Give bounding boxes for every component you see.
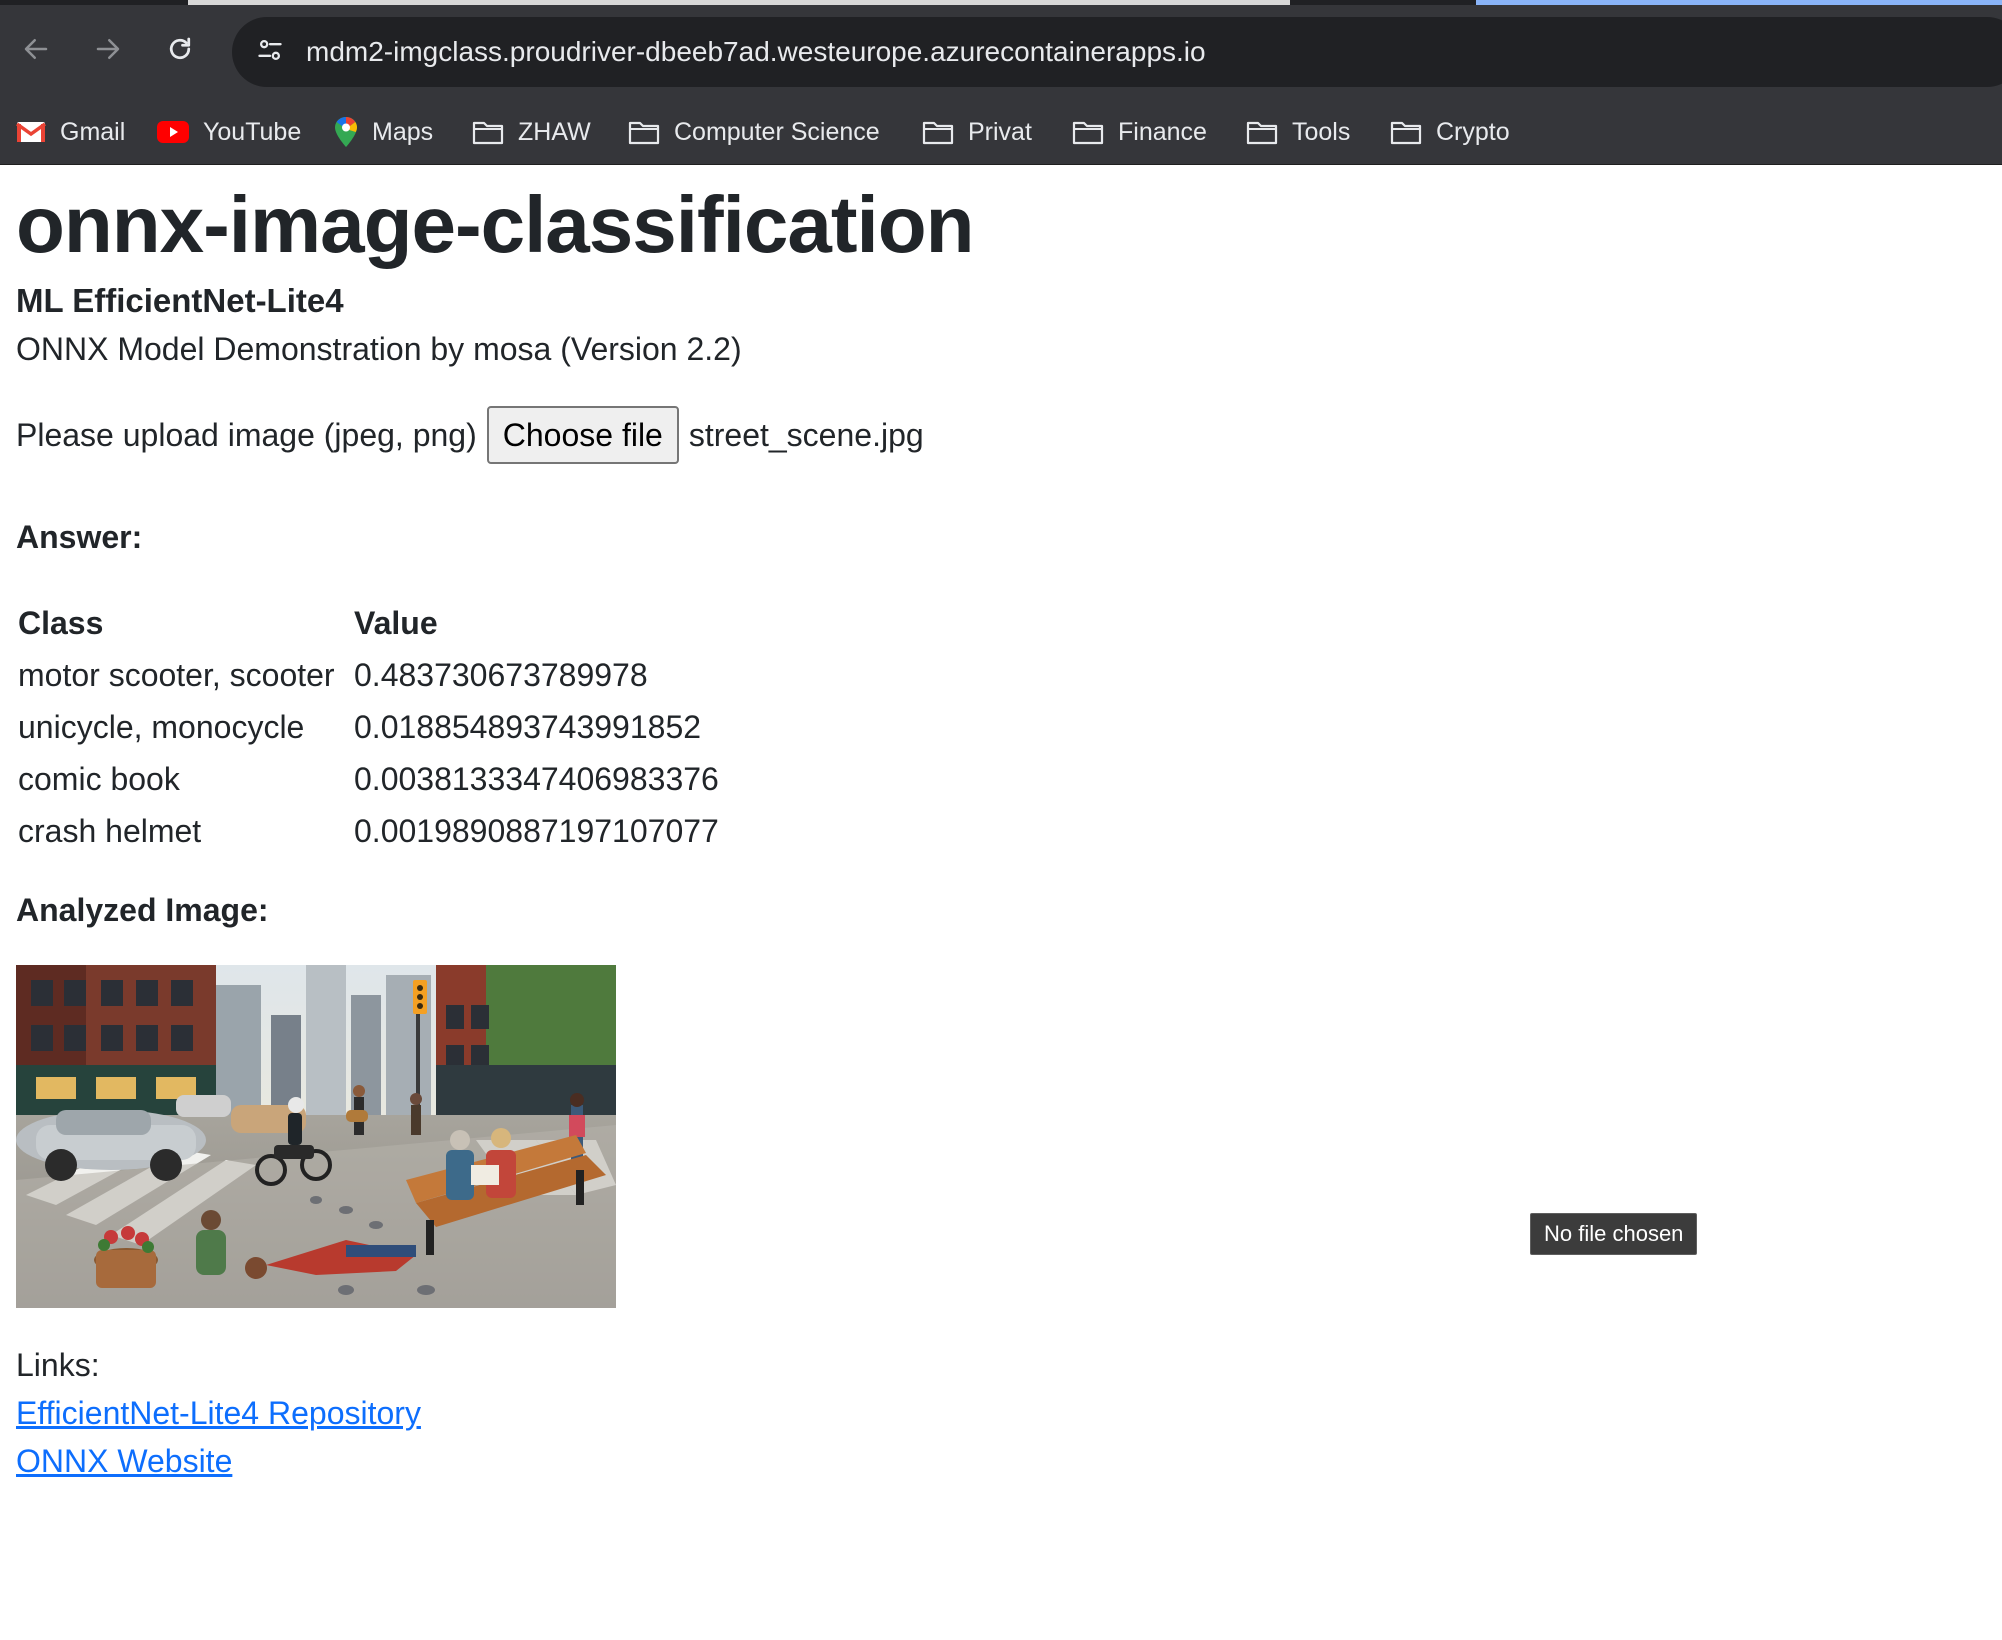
forward-arrow-icon: [93, 34, 123, 64]
bookmark-label: Maps: [372, 117, 434, 146]
tune-icon: [256, 36, 284, 69]
toolbar: mdm2-imgclass.proudriver-dbeeb7ad.westeu…: [0, 5, 2002, 100]
bookmarks-bar: Gmail YouTube Maps ZHAW Computer Science…: [0, 100, 2002, 165]
address-bar[interactable]: mdm2-imgclass.proudriver-dbeeb7ad.westeu…: [232, 17, 2002, 87]
bookmark-label: Gmail: [60, 117, 126, 146]
forward-button[interactable]: [84, 25, 132, 73]
bookmark-label: ZHAW: [518, 117, 591, 146]
model-description: ONNX Model Demonstration by mosa (Versio…: [16, 331, 742, 367]
selected-file-name: street_scene.jpg: [688, 416, 924, 453]
bookmark-label: Tools: [1292, 117, 1351, 146]
value-cell: 0.0038133347406983376: [354, 760, 719, 797]
analyzed-image: [16, 965, 616, 1308]
model-name: ML EfficientNet-Lite4: [16, 282, 344, 319]
site-info-button[interactable]: [250, 32, 290, 72]
analyzed-image-heading: Analyzed Image:: [16, 892, 269, 928]
class-cell: crash helmet: [18, 812, 202, 849]
table-row: crash helmet 0.0019890887197107077: [16, 805, 723, 857]
bookmark-label: Privat: [968, 117, 1032, 146]
table-row: comic book 0.0038133347406983376: [16, 753, 723, 805]
table-row: unicycle, monocycle 0.018854893743991852: [16, 701, 723, 753]
gmail-icon: [16, 120, 46, 144]
bookmark-label: Crypto: [1436, 117, 1510, 146]
class-cell: comic book: [18, 760, 180, 797]
folder-icon: [1072, 119, 1104, 145]
value-cell: 0.483730673789978: [354, 656, 648, 693]
bookmark-maps[interactable]: Maps: [334, 112, 433, 152]
folder-icon: [1390, 119, 1422, 145]
class-cell: unicycle, monocycle: [18, 708, 305, 745]
street-scene-illustration: [16, 965, 616, 1308]
maps-pin-icon: [334, 116, 358, 148]
reload-button[interactable]: [156, 25, 204, 73]
folder-icon: [922, 119, 954, 145]
browser-chrome: mdm2-imgclass.proudriver-dbeeb7ad.westeu…: [0, 0, 2002, 165]
back-arrow-icon: [21, 34, 51, 64]
class-cell: motor scooter, scooter: [18, 656, 335, 693]
choose-file-button[interactable]: Choose file: [486, 406, 679, 464]
bookmark-gmail[interactable]: Gmail: [16, 112, 125, 152]
bookmark-youtube[interactable]: YouTube: [157, 112, 301, 152]
answer-heading: Answer:: [16, 519, 143, 555]
bookmark-privat[interactable]: Privat: [922, 112, 1032, 152]
results-table: Class Value motor scooter, scooter 0.483…: [16, 597, 723, 857]
bookmark-label: Finance: [1118, 117, 1207, 146]
upload-label: Please upload image (jpeg, png): [16, 416, 477, 453]
back-button[interactable]: [12, 25, 60, 73]
reload-icon: [165, 34, 195, 64]
youtube-icon: [157, 120, 189, 144]
upload-row: Please upload image (jpeg, png) Choose f…: [16, 405, 924, 465]
onnx-website-link[interactable]: ONNX Website: [16, 1441, 232, 1481]
folder-icon: [472, 119, 504, 145]
bookmark-computer-science[interactable]: Computer Science: [628, 112, 880, 152]
url-text[interactable]: mdm2-imgclass.proudriver-dbeeb7ad.westeu…: [306, 34, 1206, 70]
column-header-class: Class: [18, 604, 104, 641]
page-content: onnx-image-classification ML EfficientNe…: [0, 165, 2002, 1640]
bookmark-finance[interactable]: Finance: [1072, 112, 1207, 152]
bookmark-tools[interactable]: Tools: [1246, 112, 1350, 152]
folder-icon: [1246, 119, 1278, 145]
efficientnet-repository-link[interactable]: EfficientNet-Lite4 Repository: [16, 1393, 421, 1433]
value-cell: 0.018854893743991852: [354, 708, 702, 745]
file-input-tooltip: No file chosen: [1530, 1213, 1698, 1255]
links-label: Links:: [16, 1347, 100, 1383]
bookmark-zhaw[interactable]: ZHAW: [472, 112, 591, 152]
page-title: onnx-image-classification: [16, 180, 974, 269]
table-header-row: Class Value: [16, 597, 723, 649]
bookmark-label: YouTube: [203, 117, 302, 146]
bookmark-crypto[interactable]: Crypto: [1390, 112, 1510, 152]
column-header-value: Value: [354, 604, 438, 641]
folder-icon: [628, 119, 660, 145]
bookmark-label: Computer Science: [674, 117, 880, 146]
value-cell: 0.0019890887197107077: [354, 812, 719, 849]
table-row: motor scooter, scooter 0.483730673789978: [16, 649, 723, 701]
